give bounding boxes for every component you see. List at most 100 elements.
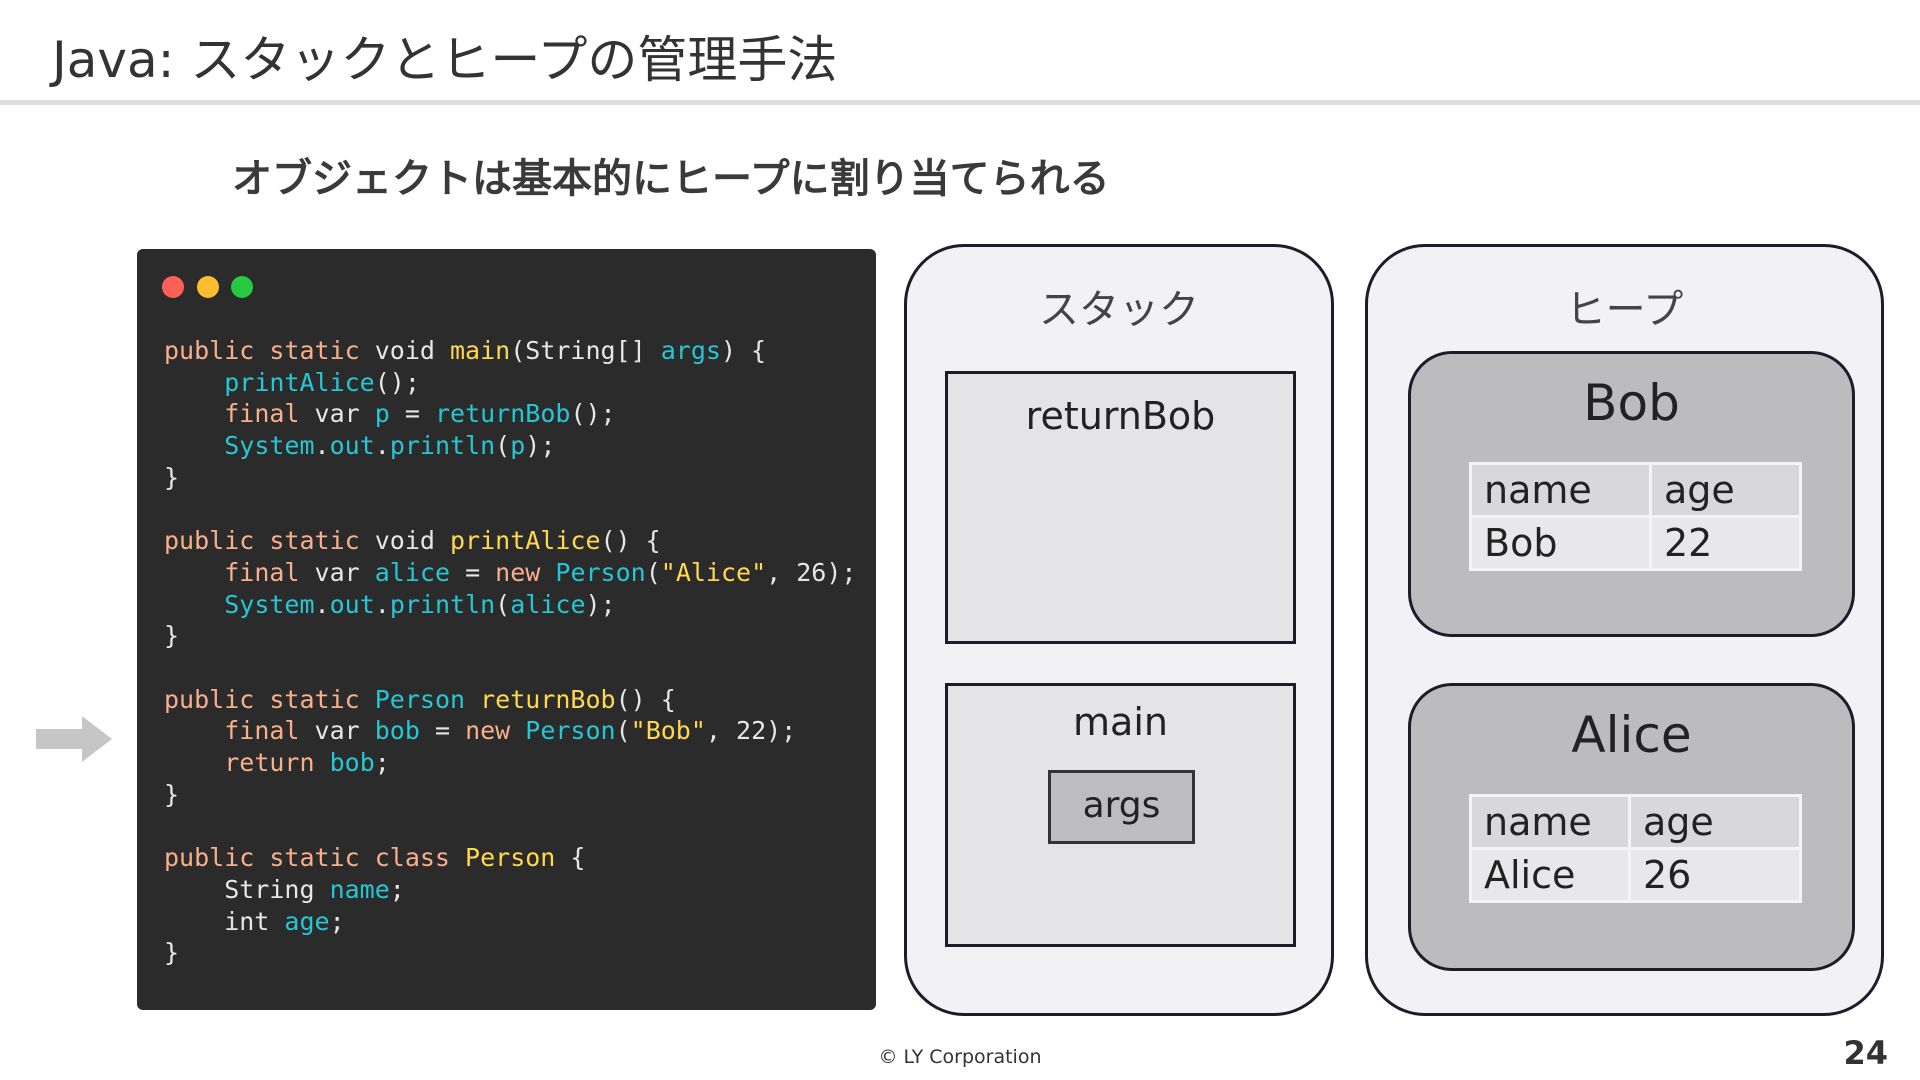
heap-object-bob: Bob name age Bob 22 <box>1408 351 1855 637</box>
code-token: ; <box>329 906 345 936</box>
code-line-4: System.out.println(p); <box>164 431 555 460</box>
code-line-9: System.out.println(alice); <box>164 589 616 619</box>
code-token: ; <box>389 874 405 904</box>
code-token: . <box>314 589 330 619</box>
code-token: { <box>555 843 586 873</box>
arrow-right-icon <box>36 716 112 762</box>
code-token: . <box>374 431 390 461</box>
code-token: printAlice <box>224 367 375 397</box>
code-token: out <box>329 431 375 461</box>
code-token: ) { <box>720 336 767 365</box>
code-line-13: final var bob = new Person("Bob", 22); <box>164 716 796 745</box>
code-token: final <box>224 557 300 587</box>
code-token: final <box>224 716 300 746</box>
code-token: p <box>374 399 390 429</box>
code-token: new <box>465 716 511 746</box>
code-line-1: public static void main(String[] args) { <box>164 336 766 365</box>
table-row: Alice 26 <box>1469 847 1802 903</box>
slide-title: Java: スタックとヒープの管理手法 <box>52 31 838 89</box>
field-value: Bob <box>1469 515 1652 571</box>
code-token: ( <box>615 716 631 746</box>
code-line-18: String name; <box>164 875 405 904</box>
code-line-2: printAlice(); <box>164 368 420 397</box>
code-token: ); <box>585 589 616 619</box>
frame-label: main <box>1073 700 1168 744</box>
code-token: ); <box>525 431 556 461</box>
window-close-dot <box>162 276 184 298</box>
code-token: var <box>299 557 375 587</box>
code-token: println <box>389 431 496 461</box>
code-window: public static void main(String[] args) {… <box>137 249 876 1010</box>
field-value: 22 <box>1649 515 1802 571</box>
code-token: Person <box>374 684 466 714</box>
code-line-3: final var p = returnBob(); <box>164 399 616 429</box>
code-token: Person <box>525 716 616 746</box>
code-token: } <box>164 938 180 968</box>
code-token: , 26); <box>766 557 857 587</box>
code-token: Person <box>465 843 556 873</box>
stack-panel: スタック returnBob main args <box>904 244 1334 1016</box>
field-header: name <box>1469 794 1631 850</box>
code-token: bob <box>329 748 375 778</box>
code-token: (String[] <box>510 336 661 365</box>
code-token: new <box>495 557 541 587</box>
window-maximize-dot <box>231 276 253 298</box>
code-token: = <box>450 557 496 587</box>
code-token: } <box>164 621 180 651</box>
slide-subtitle: オブジェクトは基本的にヒープに割り当てられる <box>232 156 1110 202</box>
code-line-12: public static Person returnBob() { <box>164 685 676 714</box>
code-token: System <box>224 589 315 619</box>
code-block: public static void main(String[] args) {… <box>164 335 856 969</box>
code-token: (); <box>570 399 616 429</box>
code-token: , 22); <box>705 716 797 746</box>
code-token: name <box>329 874 390 904</box>
window-minimize-dot <box>197 276 219 298</box>
code-token: var <box>299 716 375 746</box>
field-header: name <box>1469 462 1652 518</box>
stack-var-args: args <box>1048 770 1195 844</box>
heap-object-alice: Alice name age Alice 26 <box>1408 683 1855 971</box>
code-token: Person <box>555 557 646 587</box>
code-token: returnBob <box>480 684 616 714</box>
code-line-8: final var alice = new Person("Alice", 26… <box>164 558 856 587</box>
code-token: bob <box>374 716 420 746</box>
table-row: Bob 22 <box>1469 515 1802 571</box>
code-token: () { <box>600 526 661 556</box>
code-token: (); <box>374 367 420 397</box>
stack-frame-returnbob: returnBob <box>945 371 1296 644</box>
field-header: age <box>1628 794 1802 850</box>
table-row: name age <box>1469 794 1802 850</box>
code-token: age <box>284 906 330 936</box>
code-line-7: public static void printAlice() { <box>164 526 661 555</box>
code-token: void <box>359 336 450 365</box>
code-token: String <box>164 874 330 904</box>
code-token: out <box>329 589 375 619</box>
stack-frame-main: main args <box>945 683 1296 947</box>
object-name: Alice <box>1571 706 1692 764</box>
code-token: final <box>224 399 300 429</box>
object-fields-table: name age Bob 22 <box>1469 462 1802 571</box>
heap-panel: ヒープ Bob name age Bob 22 Alice name age A… <box>1365 244 1884 1016</box>
code-token: public static class <box>164 843 450 873</box>
code-token: System <box>224 431 315 461</box>
code-token: ; <box>374 748 390 778</box>
code-token: () { <box>615 684 676 714</box>
code-token: int <box>164 906 285 936</box>
object-fields-table: name age Alice 26 <box>1469 794 1802 903</box>
code-token: args <box>660 336 721 365</box>
code-line-15: } <box>164 780 179 809</box>
code-token: ( <box>645 557 661 587</box>
field-value: Alice <box>1469 847 1631 903</box>
code-token: return <box>224 748 315 778</box>
